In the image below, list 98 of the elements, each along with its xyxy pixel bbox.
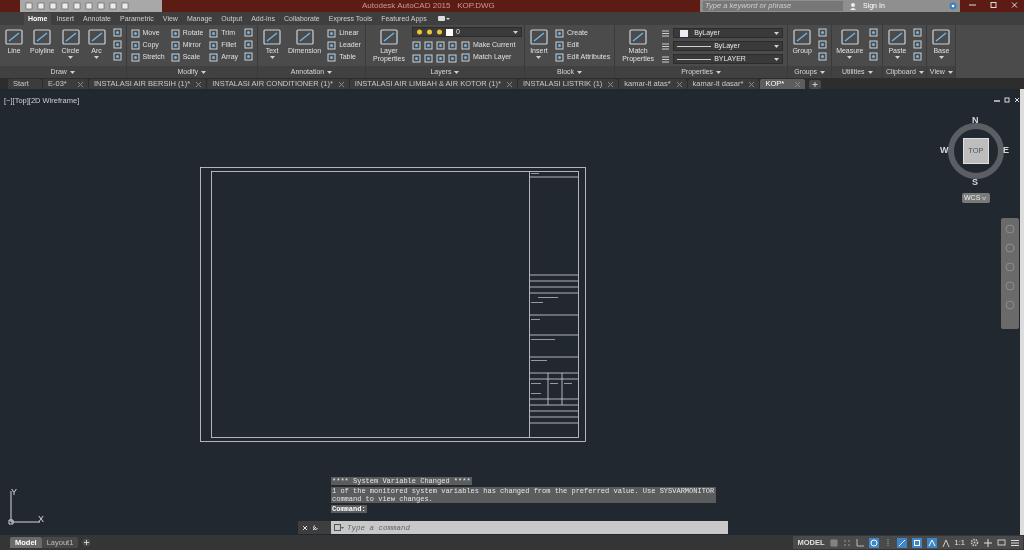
caret-icon[interactable] [577, 70, 583, 74]
tool-icon[interactable] [913, 40, 923, 49]
help-icon[interactable] [949, 2, 957, 10]
property-icon [661, 28, 671, 38]
polar-icon[interactable] [868, 537, 879, 548]
tool-icon [130, 28, 140, 38]
caret-icon[interactable] [716, 70, 722, 74]
tool-icon[interactable] [818, 52, 828, 61]
auto-scale-icon[interactable] [941, 538, 950, 547]
layer-tool-icon[interactable] [447, 41, 457, 50]
tool-icon [528, 27, 549, 47]
axis-label: Y [11, 486, 17, 499]
tool-icon[interactable] [112, 40, 122, 49]
tool-icon [86, 27, 107, 47]
tool-icon [209, 28, 219, 38]
caret-icon[interactable] [820, 70, 826, 74]
tool-icon[interactable] [818, 28, 828, 37]
tool-icon[interactable] [244, 28, 254, 37]
property-icon [661, 41, 671, 51]
minimize-icon[interactable] [994, 97, 1000, 103]
tool-icon[interactable] [112, 52, 122, 61]
user-icon [849, 2, 857, 10]
tool-icon [554, 28, 564, 38]
tool-icon[interactable] [818, 40, 828, 49]
layer-tool-icon[interactable] [411, 41, 421, 50]
tool-icon [628, 27, 649, 47]
tool-icon [262, 27, 283, 47]
caret-icon [982, 196, 987, 200]
tool-icon [327, 52, 337, 62]
tool-icon [130, 52, 140, 62]
caret-icon[interactable] [454, 70, 460, 74]
tool-icon[interactable] [869, 52, 879, 61]
tool-icon[interactable] [869, 28, 879, 37]
lineweight-icon[interactable] [896, 537, 907, 548]
layer-tool-icon[interactable] [423, 41, 433, 50]
caret-icon [774, 57, 780, 61]
tool-icon [554, 52, 564, 62]
selection-cycling-icon[interactable] [911, 537, 922, 548]
caret-icon[interactable] [867, 70, 873, 74]
caret-icon [512, 30, 518, 34]
command-icon[interactable] [334, 524, 344, 531]
axis-label: X [38, 513, 44, 526]
tool-icon [887, 27, 908, 47]
tool-icon [4, 27, 24, 47]
annotation-visibility-icon[interactable] [926, 537, 937, 548]
caret-icon[interactable] [201, 70, 207, 74]
camera-icon[interactable] [437, 15, 450, 23]
new-tab-icon[interactable] [809, 80, 822, 89]
tool-icon [554, 40, 564, 50]
tool-icon [294, 27, 315, 47]
tool-icon[interactable] [869, 40, 879, 49]
window-title: Autodesk AutoCAD 2015 KOP.DWG [362, 1, 495, 11]
tool-icon [170, 52, 180, 62]
compass-label[interactable]: S [972, 176, 978, 190]
tool-icon [209, 52, 219, 62]
tool-icon[interactable] [244, 52, 254, 61]
compass-label[interactable]: N [972, 114, 979, 128]
layer-tool-icon[interactable] [447, 53, 457, 63]
tool-icon [839, 27, 860, 47]
tool-icon[interactable] [244, 40, 254, 49]
plus-icon[interactable] [984, 538, 992, 547]
add-layout-icon[interactable] [82, 538, 92, 547]
minimize-icon[interactable] [969, 1, 976, 9]
tool-icon [327, 40, 337, 50]
tool-icon [792, 27, 813, 47]
tool-icon [378, 27, 399, 47]
tool-icon [209, 40, 219, 50]
grid-icon[interactable] [829, 538, 838, 547]
tool-icon [130, 40, 140, 50]
restore-icon[interactable] [1004, 97, 1010, 103]
restore-icon[interactable] [990, 1, 997, 9]
tool-icon [931, 27, 952, 47]
fullscreen-icon[interactable] [997, 538, 1006, 547]
tool-icon [460, 40, 470, 50]
tool-icon [60, 27, 81, 47]
property-icon [661, 54, 671, 64]
menu-icon[interactable] [1011, 538, 1019, 547]
layer-tool-icon[interactable] [423, 53, 433, 63]
caret-icon [774, 31, 780, 35]
tool-icon[interactable] [913, 52, 923, 61]
caret-icon[interactable] [918, 70, 924, 74]
caret-icon[interactable] [947, 70, 953, 74]
tool-icon [170, 40, 180, 50]
compass-label[interactable]: E [1003, 144, 1009, 158]
layer-tool-icon[interactable] [411, 53, 421, 63]
tool-icon [460, 52, 470, 62]
ortho-icon[interactable] [855, 538, 864, 547]
compass-label[interactable]: W [940, 144, 949, 158]
caret-icon[interactable] [327, 70, 333, 74]
tool-icon [32, 27, 53, 47]
layer-tool-icon[interactable] [435, 41, 445, 50]
tool-icon [170, 28, 180, 38]
tool-icon[interactable] [112, 28, 122, 37]
caret-icon [774, 44, 780, 48]
tool-icon[interactable] [913, 28, 923, 37]
caret-icon[interactable] [69, 70, 75, 74]
layer-tool-icon[interactable] [435, 53, 445, 63]
tool-icon [327, 28, 337, 38]
